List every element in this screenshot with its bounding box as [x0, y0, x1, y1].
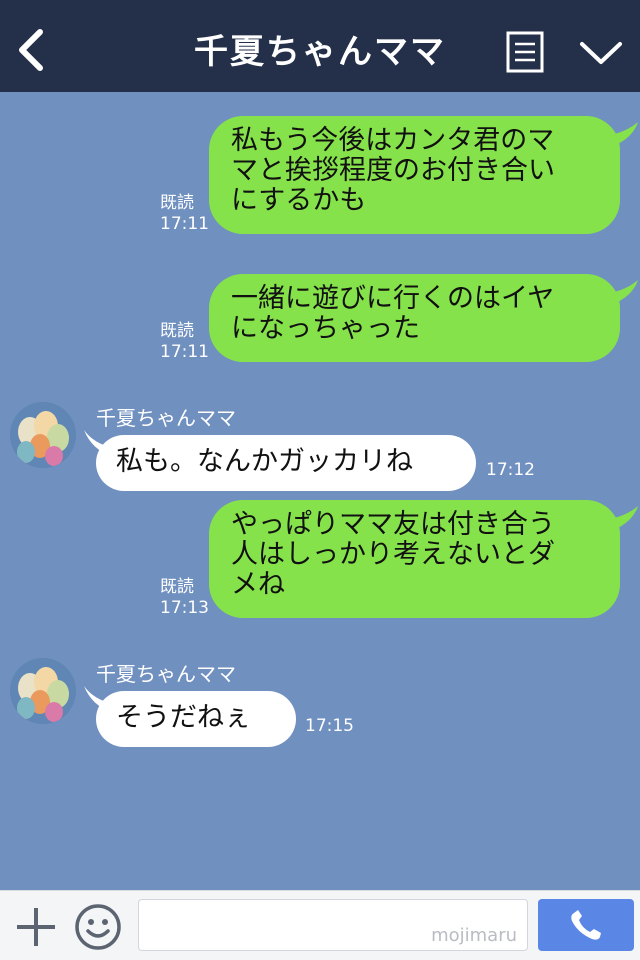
- outgoing-message[interactable]: 私もう今後はカンタ君のマ マと挨拶程度のお付き合い にするかも: [209, 116, 620, 234]
- message-line: マと挨拶程度のお付き合い: [231, 155, 555, 186]
- incoming-message[interactable]: そうだねぇ: [96, 691, 296, 747]
- message-line: メね: [231, 569, 285, 600]
- read-receipt: 既読: [160, 577, 194, 597]
- outgoing-message[interactable]: 一緒に遊びに行くのはイヤ になっちゃった: [209, 274, 620, 362]
- bubble-tail: [602, 122, 638, 148]
- message-line: 人はしっかり考えないとダ: [231, 539, 555, 570]
- input-bar: mojimaru: [0, 890, 640, 960]
- message-time: 17:11: [160, 342, 209, 362]
- message-line: にするかも: [231, 185, 367, 216]
- message-meta: 既読 17:13: [160, 577, 209, 619]
- message-line: 一緒に遊びに行くのはイヤ: [231, 283, 555, 314]
- message-input[interactable]: mojimaru: [138, 899, 528, 951]
- phone-icon: [571, 910, 601, 940]
- message-time: 17:11: [160, 214, 209, 234]
- message-list[interactable]: 既読 17:11 私もう今後はカンタ君のマ マと挨拶程度のお付き合い にするかも…: [0, 92, 640, 890]
- message-time: 17:15: [305, 716, 354, 736]
- sender-name: 千夏ちゃんママ: [96, 662, 236, 686]
- message-line: 私もう今後はカンタ君のマ: [231, 125, 555, 156]
- message-time: 17:12: [486, 460, 535, 480]
- outgoing-message[interactable]: やっぱりママ友は付き合う 人はしっかり考えないとダ メね: [209, 500, 620, 618]
- plus-icon[interactable]: [14, 905, 58, 949]
- avatar[interactable]: [10, 658, 76, 724]
- bubble-tail: [602, 506, 638, 532]
- list-icon[interactable]: [506, 31, 544, 73]
- message-line: そうだねぇ: [116, 702, 251, 733]
- read-receipt: 既読: [160, 193, 194, 213]
- incoming-message[interactable]: 私も。なんかガッカリね: [96, 435, 476, 491]
- sender-name: 千夏ちゃんママ: [96, 406, 236, 430]
- watermark: mojimaru: [431, 925, 517, 946]
- call-button[interactable]: [538, 899, 634, 951]
- bubble-tail: [602, 280, 638, 306]
- message-meta: 既読 17:11: [160, 321, 209, 363]
- message-line: になっちゃった: [231, 313, 420, 344]
- avatar[interactable]: [10, 402, 76, 468]
- message-time: 17:13: [160, 598, 209, 618]
- message-line: 私も。なんかガッカリね: [116, 446, 413, 477]
- read-receipt: 既読: [160, 321, 194, 341]
- balloons-image: [10, 402, 76, 468]
- chat-header: 千夏ちゃんママ: [0, 0, 640, 92]
- smile-icon[interactable]: [74, 903, 122, 951]
- message-line: やっぱりママ友は付き合う: [231, 509, 555, 540]
- message-meta: 既読 17:11: [160, 193, 209, 235]
- balloons-image: [10, 658, 76, 724]
- chat-title: 千夏ちゃんママ: [194, 32, 446, 72]
- chevron-down-icon[interactable]: [578, 38, 624, 68]
